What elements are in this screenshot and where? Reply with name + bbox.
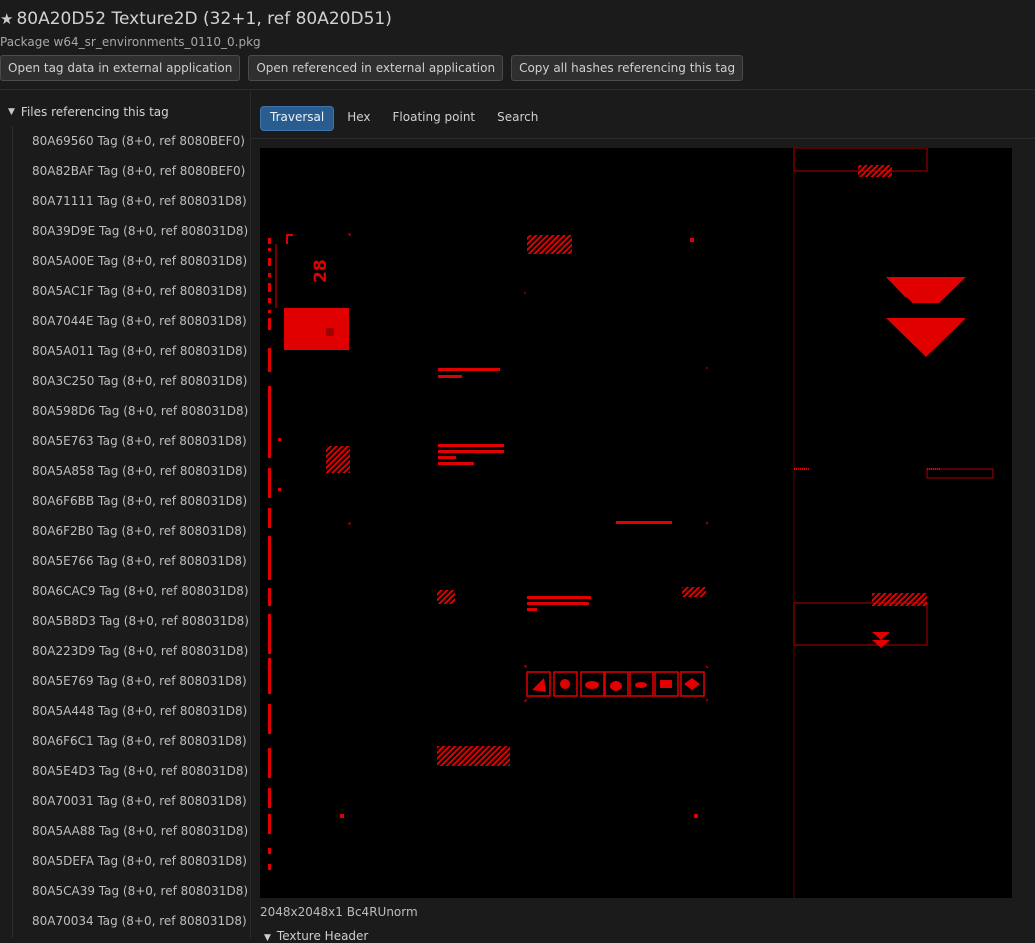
references-heading: Files referencing this tag [20,105,169,119]
reference-list-item[interactable]: 80A3C250 Tag (8+0, ref 808031D8) [13,366,251,396]
references-list[interactable]: 80A69560 Tag (8+0, ref 8080BEF0) 80A82BAF… [12,126,251,938]
reference-list-item[interactable]: 80A70031 Tag (8+0, ref 808031D8) [13,786,251,816]
collapse-triangle-icon: ▼ [264,933,271,943]
action-buttons: Open tag data in external application Op… [0,55,744,81]
reference-list-item[interactable]: 80A6F6BB Tag (8+0, ref 808031D8) [13,486,251,516]
reference-list-item[interactable]: 80A5A00E Tag (8+0, ref 808031D8) [13,246,251,276]
tab-divider [251,138,1035,139]
collapse-triangle-icon: ▼ [8,107,15,117]
reference-list-item[interactable]: 80A7044E Tag (8+0, ref 808031D8) [13,306,251,336]
references-sidebar: ▼ Files referencing this tag 80A69560 Ta… [0,90,250,938]
reference-list-item[interactable]: 80A5A858 Tag (8+0, ref 808031D8) [13,456,251,486]
tag-title: 80A20D52 Texture2D (32+1, ref 80A20D51) [16,9,392,29]
reference-list-item[interactable]: 80A6CAC9 Tag (8+0, ref 808031D8) [13,576,251,606]
reference-list-item[interactable]: 80A5B8D3 Tag (8+0, ref 808031D8) [13,606,251,636]
reference-list-item[interactable]: 80A71111 Tag (8+0, ref 808031D8) [13,186,251,216]
tag-header: ★ 80A20D52 Texture2D (32+1, ref 80A20D51… [0,0,1035,90]
reference-list-item[interactable]: 80A39D9E Tag (8+0, ref 808031D8) [13,216,251,246]
title-row: ★ 80A20D52 Texture2D (32+1, ref 80A20D51… [0,7,392,31]
reference-list-item[interactable]: 80A5CA39 Tag (8+0, ref 808031D8) [13,876,251,906]
star-icon[interactable]: ★ [0,11,13,27]
tab-search[interactable]: Search [488,106,547,129]
texture-number-label: 28 [311,259,331,283]
reference-list-item[interactable]: 80A70034 Tag (8+0, ref 808031D8) [13,906,251,936]
reference-list-item[interactable]: 80A5E4D3 Tag (8+0, ref 808031D8) [13,756,251,786]
package-name: Package w64_sr_environments_0110_0.pkg [0,35,261,49]
open-tag-external-button[interactable]: Open tag data in external application [0,55,241,81]
reference-list-item[interactable]: 80A5A011 Tag (8+0, ref 808031D8) [13,336,251,366]
reference-list-item[interactable]: 80A598D6 Tag (8+0, ref 808031D8) [13,396,251,426]
texture-dimensions: 2048x2048x1 Bc4RUnorm [260,905,418,919]
reference-list-item[interactable]: 80A5AA88 Tag (8+0, ref 808031D8) [13,816,251,846]
reference-list-item[interactable]: 80A6F2B0 Tag (8+0, ref 808031D8) [13,516,251,546]
main-panel: Traversal Hex Floating point Search 28 2… [251,90,1035,943]
reference-list-item[interactable]: 80A5DEFA Tag (8+0, ref 808031D8) [13,846,251,876]
reference-list-item[interactable]: 80A6F6C1 Tag (8+0, ref 808031D8) [13,726,251,756]
reference-list-item[interactable]: 80A5A448 Tag (8+0, ref 808031D8) [13,696,251,726]
references-section-header[interactable]: ▼ Files referencing this tag [8,105,169,119]
tab-hex[interactable]: Hex [338,106,379,129]
texture-header-section[interactable]: ▼ Texture Header [264,929,368,943]
texture-image: 28 [268,148,994,898]
reference-list-item[interactable]: 80A223D9 Tag (8+0, ref 808031D8) [13,636,251,666]
texture-preview[interactable]: 28 [260,148,1012,898]
reference-list-item[interactable]: 80A5AC1F Tag (8+0, ref 808031D8) [13,276,251,306]
copy-hashes-button[interactable]: Copy all hashes referencing this tag [511,55,744,81]
view-tabs: Traversal Hex Floating point Search [260,106,547,131]
reference-list-item[interactable]: 80A82BAF Tag (8+0, ref 8080BEF0) [13,156,251,186]
texture-header-label: Texture Header [276,929,369,943]
reference-list-item[interactable]: 80A5E769 Tag (8+0, ref 808031D8) [13,666,251,696]
reference-list-item[interactable]: 80A5E763 Tag (8+0, ref 808031D8) [13,426,251,456]
tab-floating-point[interactable]: Floating point [384,106,485,129]
open-referenced-external-button[interactable]: Open referenced in external application [248,55,504,81]
reference-list-item[interactable]: 80A69560 Tag (8+0, ref 8080BEF0) [13,126,251,156]
reference-list-item[interactable]: 80A5E766 Tag (8+0, ref 808031D8) [13,546,251,576]
tab-traversal[interactable]: Traversal [260,106,335,131]
